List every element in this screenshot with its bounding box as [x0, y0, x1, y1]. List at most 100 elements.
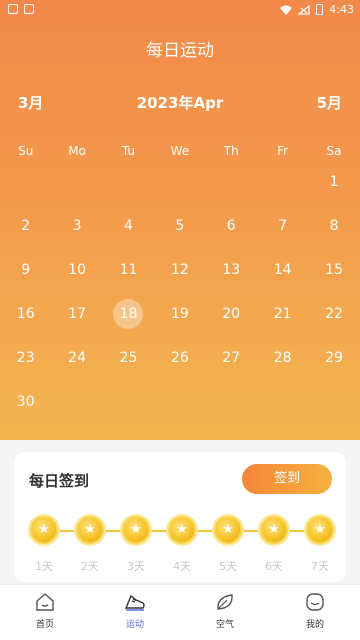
current-month: 2023年Apr: [136, 94, 224, 112]
calendar-day-number: 9: [21, 262, 31, 278]
prev-month-button[interactable]: 3月: [18, 92, 43, 113]
calendar-day[interactable]: 16: [0, 299, 51, 329]
calendar-day-number: 28: [273, 350, 292, 366]
calendar-day[interactable]: 13: [206, 255, 257, 285]
calendar-day[interactable]: 11: [103, 255, 154, 285]
calendar-empty-cell: [51, 387, 102, 417]
calendar-day[interactable]: 7: [257, 211, 308, 241]
calendar-day-number: 16: [16, 306, 35, 322]
calendar-day-today[interactable]: 18: [103, 299, 154, 329]
calendar-day[interactable]: 24: [51, 343, 102, 373]
app-notification-icon: [24, 4, 34, 14]
calendar-day[interactable]: 3: [51, 211, 102, 241]
tab-label: 首页: [35, 620, 54, 630]
star-coin-icon: ★: [306, 516, 334, 544]
calendar-empty-cell: [257, 167, 308, 197]
calendar-day-number: 12: [170, 262, 189, 278]
calendar-week: 9 10 11 12 13 14 15: [0, 248, 360, 292]
calendar-day-number: 22: [325, 306, 343, 322]
calendar-day-number: 2: [21, 218, 31, 234]
calendar-day[interactable]: 17: [51, 299, 102, 329]
calendar-day[interactable]: 10: [51, 255, 102, 285]
calendar-day[interactable]: 2: [0, 211, 51, 241]
tab-mine[interactable]: 我的: [270, 585, 360, 640]
header-area: 4:43 每日运动 2023年Apr 3月 5月 Su Mo Tu We Th …: [0, 0, 360, 440]
signin-day-label: 6天: [265, 560, 283, 573]
tab-air[interactable]: 空气: [180, 585, 270, 640]
calendar-day[interactable]: 22: [308, 299, 359, 329]
star-coin-icon: ★: [260, 516, 288, 544]
calendar-day-number: 10: [68, 262, 86, 278]
calendar-day[interactable]: 15: [308, 255, 359, 285]
month-navigation: 2023年Apr 3月 5月: [0, 92, 360, 112]
calendar-day[interactable]: 19: [154, 299, 205, 329]
calendar-day-number: 11: [119, 262, 138, 278]
calendar-day[interactable]: 29: [308, 343, 359, 373]
calendar-day-number: 30: [16, 394, 35, 410]
calendar-empty-cell: [257, 387, 308, 417]
tab-label: 运动: [125, 620, 144, 630]
weekday-label: Tu: [121, 144, 136, 158]
signin-day-labels: 1天 2天 3天 4天 5天 6天 7天: [30, 558, 334, 573]
calendar-day[interactable]: 26: [154, 343, 205, 373]
weekday-header: Su Mo Tu We Th Fr Sa: [0, 144, 360, 158]
page-title: 每日运动: [146, 41, 214, 61]
signin-day-label: 2天: [81, 560, 99, 573]
calendar-empty-cell: [154, 167, 205, 197]
signin-button[interactable]: 签到: [242, 464, 332, 494]
calendar-day[interactable]: 6: [206, 211, 257, 241]
calendar-day-number: 8: [329, 218, 339, 234]
calendar-day-number: 17: [68, 306, 86, 322]
calendar-grid: 1 2 3 4 5 6 7 8 9 10 11 12 13 14 15 16 17 18 19 20 21 22 23 24 2…: [0, 160, 360, 424]
calendar-week: 1: [0, 160, 360, 204]
calendar-day[interactable]: 21: [257, 299, 308, 329]
calendar-day[interactable]: 20: [206, 299, 257, 329]
star-coin-icon: ★: [214, 516, 242, 544]
bottom-tab-bar: 首页 运动 空气 我的: [0, 584, 360, 640]
calendar-day-number: 13: [222, 262, 241, 278]
calendar-day[interactable]: 8: [308, 211, 359, 241]
calendar-day[interactable]: 14: [257, 255, 308, 285]
next-month-button[interactable]: 5月: [317, 92, 342, 113]
running-shoe-icon: [124, 594, 145, 611]
weekday-label: Sa: [326, 144, 342, 158]
tab-sport[interactable]: 运动: [90, 585, 180, 640]
calendar-day[interactable]: 9: [0, 255, 51, 285]
calendar-day-number: 15: [325, 262, 343, 278]
tab-label: 我的: [305, 620, 324, 630]
calendar-day[interactable]: 5: [154, 211, 205, 241]
weekday-label: Mo: [68, 144, 86, 158]
calendar-day-number: 25: [119, 350, 138, 366]
wifi-icon: [280, 5, 293, 15]
signin-progress: ★ ★ ★ ★ ★ ★ ★: [30, 516, 334, 546]
calendar-day-number: 23: [16, 350, 35, 366]
calendar-week: 23 24 25 26 27 28 29: [0, 336, 360, 380]
calendar-day-number: 18: [119, 306, 138, 322]
no-signal-icon: [298, 4, 310, 15]
calendar-week: 16 17 18 19 20 21 22: [0, 292, 360, 336]
calendar-day[interactable]: 4: [103, 211, 154, 241]
calendar-day-number: 29: [325, 350, 343, 366]
calendar-day-number: 14: [273, 262, 292, 278]
calendar-day[interactable]: 25: [103, 343, 154, 373]
calendar-day[interactable]: 27: [206, 343, 257, 373]
calendar-day[interactable]: 23: [0, 343, 51, 373]
calendar-day[interactable]: 28: [257, 343, 308, 373]
calendar-day[interactable]: 30: [0, 387, 51, 417]
calendar-day[interactable]: 12: [154, 255, 205, 285]
home-icon: [36, 593, 54, 611]
star-coin-icon: ★: [76, 516, 104, 544]
weekday-label: We: [170, 144, 190, 158]
calendar-day-number: 4: [124, 218, 133, 234]
tab-home[interactable]: 首页: [0, 585, 90, 640]
clock: 4:43: [329, 3, 354, 16]
star-coin-icon: ★: [168, 516, 196, 544]
calendar-empty-cell: [206, 167, 257, 197]
calendar-day[interactable]: 1: [308, 167, 359, 197]
calendar-day-number: 20: [222, 306, 241, 322]
calendar-day-number: 3: [72, 218, 82, 234]
calendar-day-number: 1: [329, 174, 339, 190]
calendar-day-number: 6: [226, 218, 236, 234]
calendar-empty-cell: [103, 387, 154, 417]
weekday-label: Fr: [277, 144, 289, 158]
